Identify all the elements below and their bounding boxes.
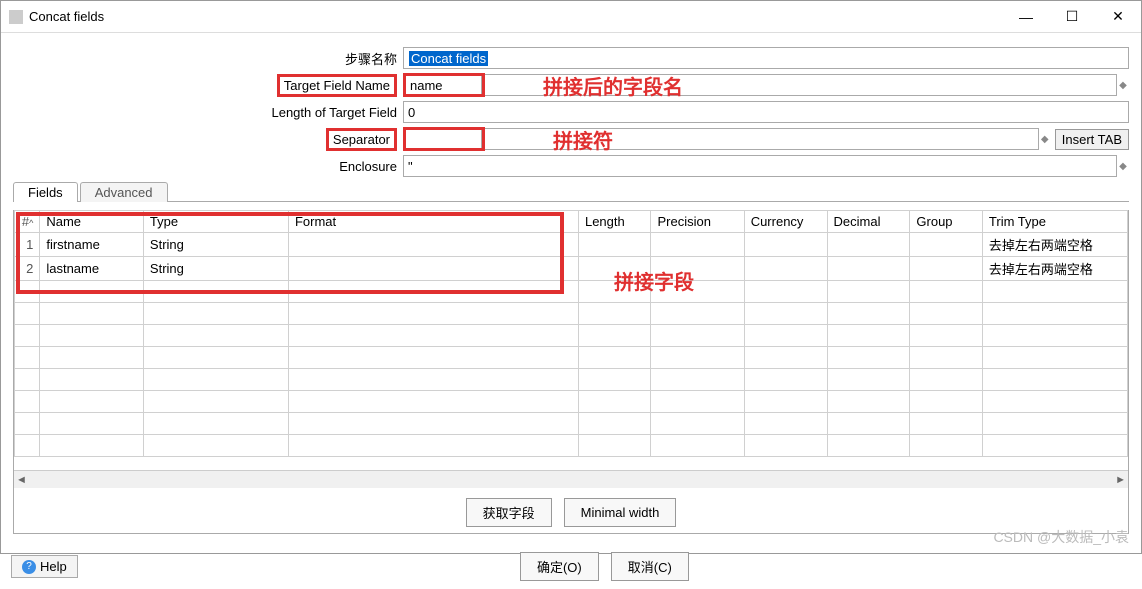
maximize-button[interactable]: ☐ <box>1049 1 1095 33</box>
annotation-separator: 拼接符 <box>553 125 613 154</box>
titlebar: Concat fields — ☐ ✕ <box>1 1 1141 33</box>
app-icon <box>9 10 23 24</box>
tab-strip: Fields Advanced <box>13 181 1129 202</box>
col-length[interactable]: Length <box>578 211 651 233</box>
ok-button[interactable]: 确定(O) <box>520 552 599 581</box>
step-name-value: Concat fields <box>409 51 488 66</box>
field-helper-icon[interactable]: ◆ <box>1117 161 1129 172</box>
window-controls: — ☐ ✕ <box>1003 1 1141 33</box>
annotation-fields: 拼接字段 <box>614 266 694 295</box>
minimize-button[interactable]: — <box>1003 1 1049 33</box>
col-format[interactable]: Format <box>288 211 578 233</box>
length-label: Length of Target Field <box>13 105 403 120</box>
target-field-input[interactable] <box>406 76 482 94</box>
annotation-target-field: 拼接后的字段名 <box>543 71 683 100</box>
fields-table: #^ Name Type Format Length Precision Cur… <box>14 210 1128 470</box>
col-type[interactable]: Type <box>143 211 288 233</box>
table-row[interactable]: 2 lastname String 去掉左右两端空格 <box>15 257 1128 281</box>
close-button[interactable]: ✕ <box>1095 1 1141 33</box>
scroll-left-icon[interactable]: ◄ <box>16 474 27 486</box>
col-currency[interactable]: Currency <box>744 211 827 233</box>
field-helper-icon[interactable]: ◆ <box>1039 134 1051 145</box>
col-precision[interactable]: Precision <box>651 211 744 233</box>
col-group[interactable]: Group <box>910 211 983 233</box>
step-name-input[interactable]: Concat fields <box>403 47 1129 69</box>
help-button[interactable]: ? Help <box>11 555 78 578</box>
horizontal-scrollbar[interactable]: ◄ ► <box>14 470 1128 488</box>
watermark: CSDN @大数据_小袁 <box>993 527 1129 547</box>
window-title: Concat fields <box>29 9 104 24</box>
help-icon: ? <box>22 560 36 574</box>
table-header-row: #^ Name Type Format Length Precision Cur… <box>15 211 1128 233</box>
separator-label: Separator <box>326 128 397 151</box>
col-name[interactable]: Name <box>40 211 144 233</box>
field-helper-icon[interactable]: ◆ <box>1117 80 1129 91</box>
length-input[interactable] <box>403 101 1129 123</box>
scroll-right-icon[interactable]: ► <box>1115 474 1126 486</box>
insert-tab-button[interactable]: Insert TAB <box>1055 129 1129 150</box>
enclosure-label: Enclosure <box>13 159 403 174</box>
target-field-label: Target Field Name <box>277 74 397 97</box>
col-trim[interactable]: Trim Type <box>982 211 1127 233</box>
step-name-label: 步骤名称 <box>13 49 403 68</box>
tab-fields[interactable]: Fields <box>13 182 78 202</box>
tab-advanced[interactable]: Advanced <box>80 182 168 202</box>
separator-input[interactable] <box>406 130 482 148</box>
cancel-button[interactable]: 取消(C) <box>611 552 689 581</box>
col-decimal[interactable]: Decimal <box>827 211 910 233</box>
get-fields-button[interactable]: 获取字段 <box>466 498 552 527</box>
table-row[interactable]: 1 firstname String 去掉左右两端空格 <box>15 233 1128 257</box>
minimal-width-button[interactable]: Minimal width <box>564 498 677 527</box>
enclosure-input[interactable] <box>403 155 1117 177</box>
